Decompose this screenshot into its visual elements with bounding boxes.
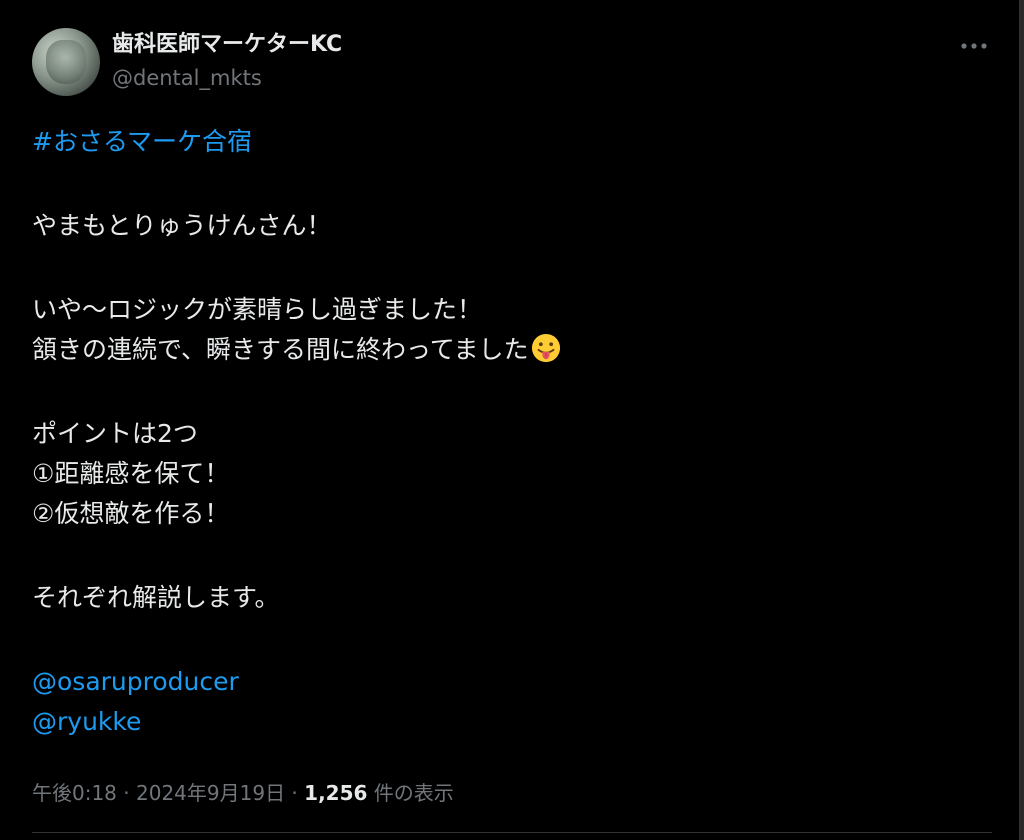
tweet-line: それぞれ解説します。 (32, 583, 280, 612)
face-with-tongue-emoji (531, 333, 560, 363)
tweet-line: いや〜ロジックが素晴らし過ぎました！ (32, 295, 483, 324)
tweet-text: #おさるマーケ合宿 やまもとりゅうけんさん！ いや〜ロジックが素晴らし過ぎました… (32, 122, 972, 742)
avatar[interactable] (32, 28, 100, 96)
mention-link[interactable]: @ryukke (32, 707, 141, 736)
hashtag-link[interactable]: #おさるマーケ合宿 (32, 127, 252, 156)
tweet-line-text: 頷きの連続で、瞬きする間に終わってました (32, 335, 529, 364)
meta-separator: · (116, 781, 136, 805)
tweet-line-with-emoji: 頷きの連続で、瞬きする間に終わってました (32, 330, 972, 370)
meta-separator: · (285, 781, 305, 805)
author-display-name[interactable]: 歯科医師マーケターKC (112, 30, 342, 60)
tweet-line: ②仮想敵を作る！ (32, 499, 230, 528)
more-horizontal-icon (961, 43, 987, 49)
tweet-time-link[interactable]: 午後0:18 (32, 781, 117, 805)
views-count: 1,256 (304, 781, 368, 805)
views-count-link[interactable]: 1,256 件の表示 (304, 781, 454, 805)
tweet-date-link[interactable]: 2024年9月19日 (136, 781, 285, 805)
tweet-header: 歯科医師マーケターKC @dental_mkts (32, 24, 992, 96)
author-handle[interactable]: @dental_mkts (112, 64, 262, 92)
more-options-button[interactable] (956, 34, 992, 58)
views-label: 件の表示 (367, 781, 454, 805)
divider (32, 832, 992, 833)
tweet-line: ポイントは2つ (32, 419, 198, 448)
tweet-card: 歯科医師マーケターKC @dental_mkts #おさるマーケ合宿 やまもとり… (0, 0, 1020, 840)
tweet-line: ①距離感を保て！ (32, 459, 230, 488)
tweet-line: やまもとりゅうけんさん！ (32, 211, 332, 240)
tweet-meta: 午後0:18 · 2024年9月19日 · 1,256 件の表示 (32, 778, 454, 808)
mention-link[interactable]: @osaruproducer (32, 667, 239, 696)
avatar-photo (46, 40, 86, 84)
